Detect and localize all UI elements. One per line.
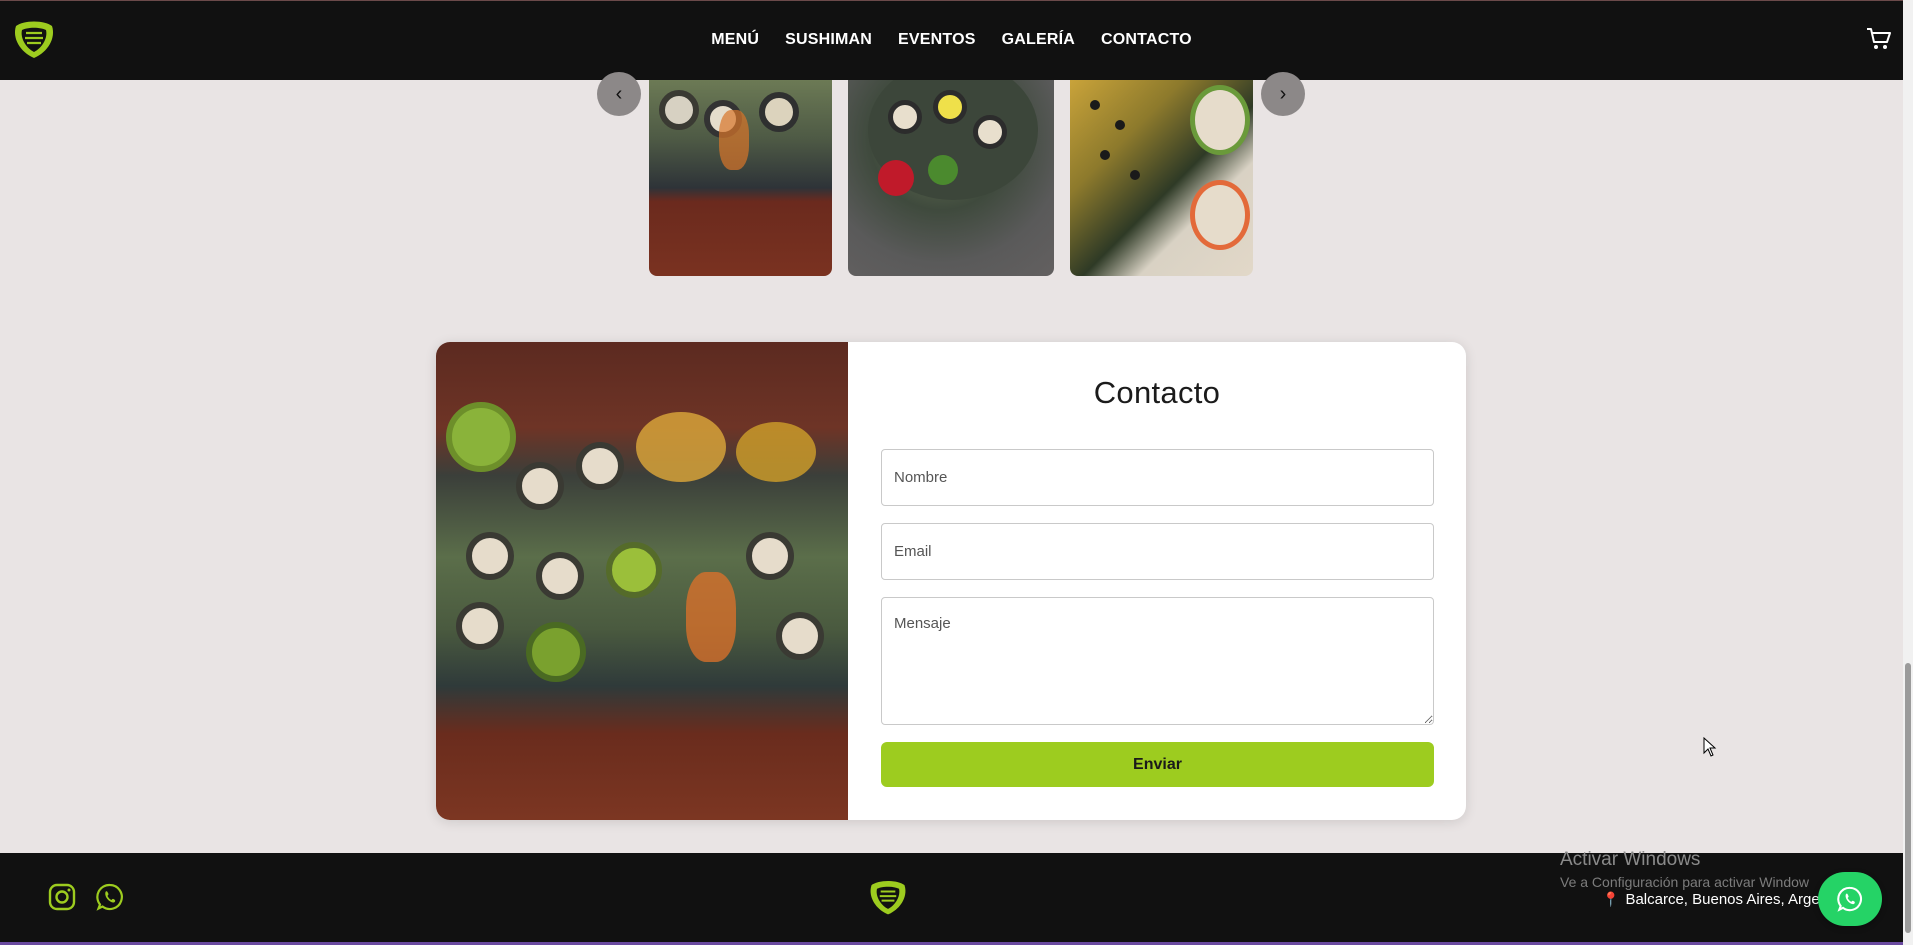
nav-eventos[interactable]: EVENTOS — [898, 31, 976, 49]
chevron-left-icon: ‹ — [615, 82, 623, 105]
gallery-image-2[interactable] — [848, 80, 1054, 276]
location-pin-icon: 📍 — [1602, 891, 1620, 907]
name-input[interactable] — [881, 449, 1434, 506]
contact-title: Contacto — [1093, 375, 1221, 410]
windows-activation-title: Activar Windows — [1560, 849, 1701, 870]
contact-sushi-photo — [436, 342, 848, 820]
gallery-image-3[interactable] — [1070, 80, 1253, 276]
message-textarea[interactable] — [881, 597, 1434, 725]
shopping-cart-icon[interactable] — [1866, 27, 1892, 51]
mouse-cursor-icon — [1703, 737, 1717, 757]
footer-address: 📍 Balcarce, Buenos Aires, Arge — [1602, 891, 1820, 908]
whatsapp-float-button[interactable] — [1818, 872, 1882, 926]
gallery-image-1[interactable] — [649, 80, 832, 276]
whatsapp-icon — [1837, 886, 1862, 912]
main-nav: MENÚ SUSHIMAN EVENTOS GALERÍA CONTACTO — [0, 31, 1903, 49]
chevron-right-icon: › — [1279, 82, 1287, 105]
nav-menu[interactable]: MENÚ — [711, 31, 759, 49]
submit-button[interactable]: Enviar — [881, 742, 1434, 787]
windows-activation-subtitle: Ve a Configuración para activar Window — [1560, 874, 1810, 890]
nav-contacto[interactable]: CONTACTO — [1101, 31, 1192, 49]
footer-logo-icon[interactable] — [866, 877, 910, 917]
nav-galeria[interactable]: GALERÍA — [1002, 31, 1075, 49]
top-navbar: MENÚ SUSHIMAN EVENTOS GALERÍA CONTACTO — [0, 0, 1903, 80]
gallery-next-button[interactable]: › — [1261, 72, 1305, 116]
gallery-prev-button[interactable]: ‹ — [597, 72, 641, 116]
whatsapp-icon[interactable] — [96, 883, 124, 911]
contact-card: Contacto Enviar — [436, 342, 1466, 820]
email-input[interactable] — [881, 523, 1434, 580]
scrollbar-thumb[interactable] — [1905, 663, 1911, 933]
address-text: Balcarce, Buenos Aires, Arge — [1625, 891, 1820, 908]
instagram-icon[interactable] — [48, 883, 76, 911]
nav-sushiman[interactable]: SUSHIMAN — [785, 31, 872, 49]
